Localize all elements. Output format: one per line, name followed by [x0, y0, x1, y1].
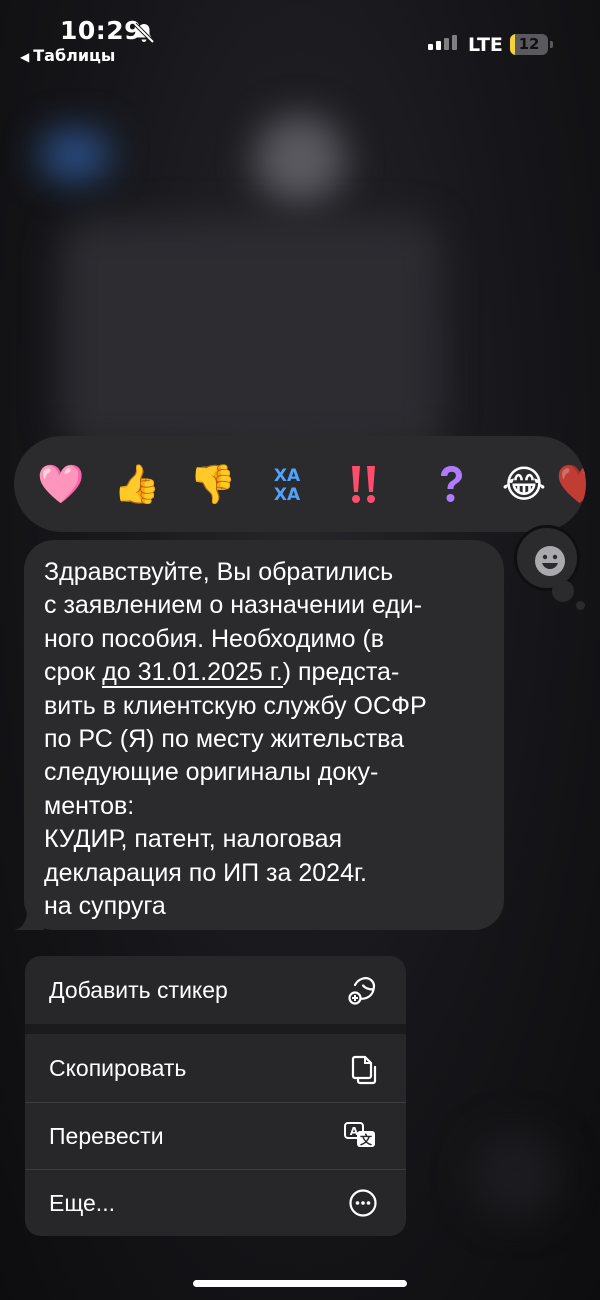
signal-icon	[428, 35, 457, 50]
battery-tip	[550, 41, 553, 48]
svg-text:ХА: ХА	[274, 485, 301, 505]
message-line: на супруга	[44, 892, 166, 921]
blurred-background	[60, 220, 440, 450]
menu-label: Добавить стикер	[49, 976, 228, 1003]
message-line: следующие оригиналы доку-	[44, 758, 379, 787]
reactions-bar: 🩷 👍 👎 ХА ХА 😂 ❤️	[14, 436, 586, 532]
context-menu: Добавить стикер Скопировать Перевести A	[25, 956, 406, 1236]
copy-icon	[351, 1055, 377, 1084]
message-line: КУДИР, патент, налоговая	[44, 825, 343, 854]
thumbs-down-reaction[interactable]: 👎	[189, 460, 237, 508]
screen: 10:29 ◀ Таблицы LTE 12 🩷 👍 👎 ХА ХА 😂 ❤️ …	[0, 0, 600, 1300]
add-reaction-button[interactable]	[514, 525, 580, 591]
haha-icon: ХА ХА	[274, 466, 301, 505]
heart-reaction[interactable]: 🩷	[37, 460, 85, 508]
network-type: LTE	[468, 34, 503, 56]
menu-item-add-sticker[interactable]: Добавить стикер	[25, 956, 406, 1024]
menu-group-gap	[25, 1024, 406, 1034]
status-time: 10:29	[60, 16, 143, 45]
translate-icon: A 文	[344, 1122, 375, 1147]
message-line: вить в клиентскую службу ОСФР	[44, 691, 427, 720]
message-line: ментов:	[44, 791, 135, 820]
home-indicator[interactable]	[193, 1280, 407, 1287]
heart-reaction-partial[interactable]: ❤️	[556, 460, 586, 508]
reaction-tail	[576, 601, 585, 610]
message-line: по РС (Я) по месту жительства	[44, 725, 404, 754]
message-line: срок до 31.01.2025 г.) предста-	[44, 656, 484, 689]
back-link[interactable]: ◀ Таблицы	[20, 46, 115, 65]
exclamation-reaction[interactable]	[339, 460, 387, 508]
double-exclamation-icon	[352, 466, 375, 503]
deadline-link[interactable]: до 31.01.2025 г.	[102, 658, 283, 689]
reaction-tail	[552, 580, 574, 602]
blurred-background	[40, 130, 110, 180]
message-line: декларация по ИП за 2024г.	[44, 858, 367, 887]
thumbs-up-reaction[interactable]: 👍	[113, 460, 161, 508]
message-text: срок	[44, 658, 103, 687]
message-text: ) предста-	[282, 658, 400, 687]
menu-item-translate[interactable]: Перевести A 文	[25, 1103, 406, 1169]
battery-level: 12	[518, 35, 540, 53]
menu-label: Скопировать	[49, 1055, 187, 1081]
message-line: с заявлением о назначении еди-	[44, 591, 423, 620]
menu-item-copy[interactable]: Скопировать	[25, 1034, 406, 1103]
laugh-reaction[interactable]: 😂	[500, 460, 548, 508]
ellipsis-circle-icon	[349, 1189, 377, 1217]
message-bubble[interactable]: Здравствуйте, Вы обратились с заявлением…	[24, 540, 504, 930]
sticker-add-icon	[348, 977, 376, 1005]
menu-item-more[interactable]: Еще...	[25, 1170, 406, 1236]
svg-text:文: 文	[360, 1132, 373, 1147]
menu-label: Еще...	[49, 1189, 115, 1216]
bell-slash-icon	[133, 22, 155, 44]
haha-reaction[interactable]: ХА ХА	[263, 460, 311, 508]
back-arrow-icon: ◀	[20, 50, 30, 64]
blurred-background	[470, 1130, 560, 1220]
smiley-icon	[535, 546, 565, 576]
battery-icon: 12	[510, 34, 548, 55]
status-bar: 10:29 ◀ Таблицы LTE 12	[0, 0, 600, 70]
back-label: Таблицы	[33, 46, 116, 65]
blurred-background	[255, 115, 345, 205]
question-reaction[interactable]	[427, 460, 475, 508]
svg-text:ХА: ХА	[274, 466, 301, 486]
question-icon	[441, 466, 462, 502]
message-line: Здравствуйте, Вы обратились	[44, 558, 394, 586]
menu-label: Перевести	[49, 1122, 164, 1149]
message-line: ного пособия. Необходимо (в	[44, 624, 385, 653]
